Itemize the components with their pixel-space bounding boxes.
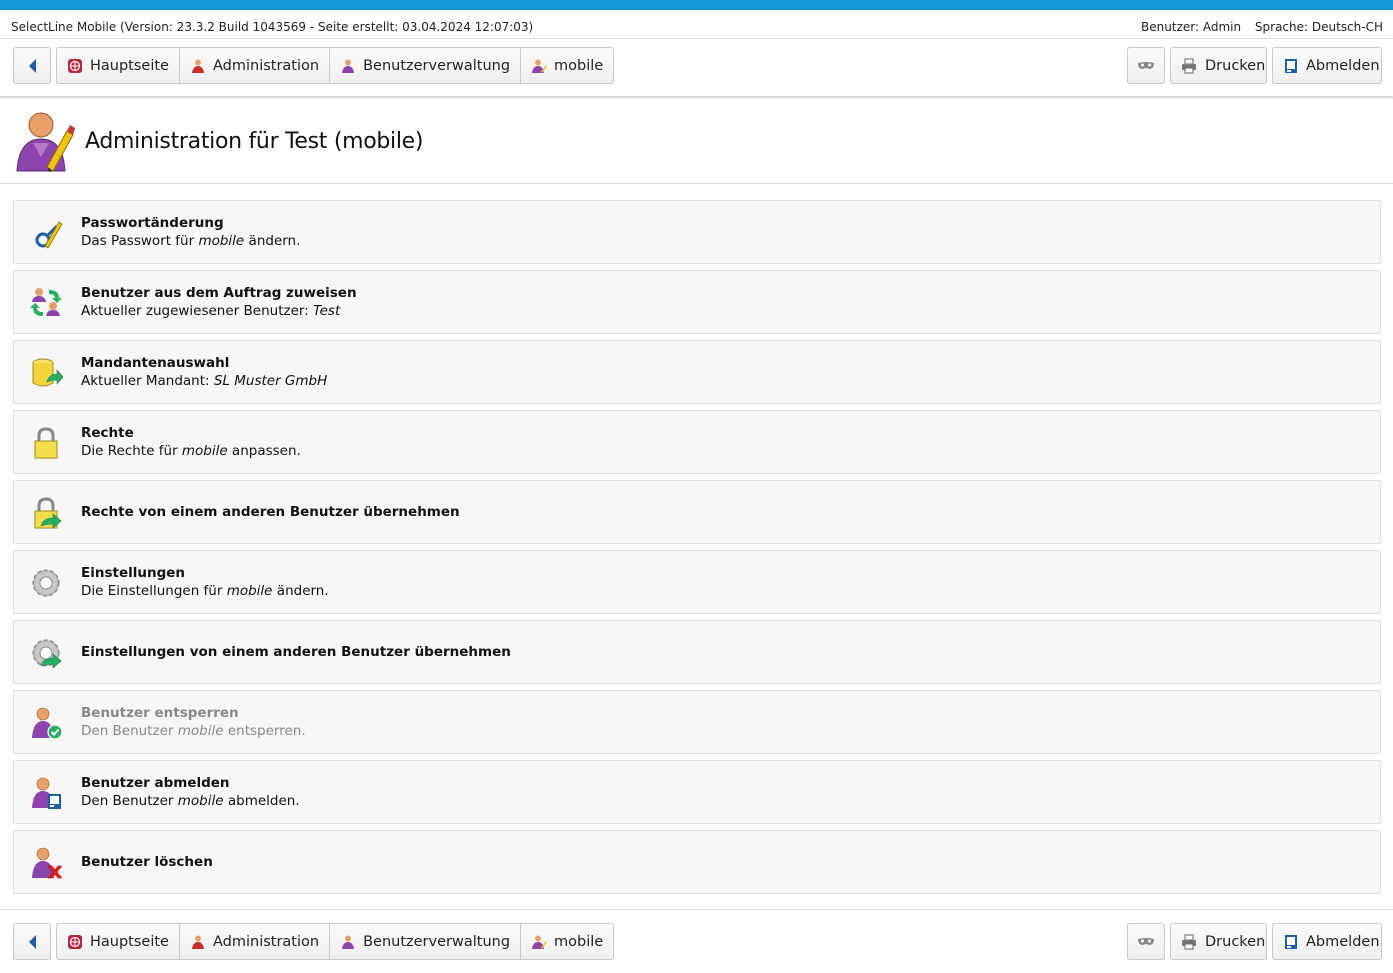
back-button[interactable] — [13, 47, 51, 84]
item-title: Rechte — [81, 425, 134, 441]
arrow-left-icon — [29, 934, 36, 949]
print-button[interactable]: Drucken — [1170, 47, 1267, 84]
breadcrumb-mobile[interactable]: mobile — [520, 47, 615, 84]
mask-button[interactable] — [1127, 47, 1165, 84]
logout-label: Abmelden — [1306, 933, 1380, 950]
print-button[interactable]: Drucken — [1170, 923, 1267, 960]
list-item-copy-settings[interactable]: Einstellungen von einem anderen Benutzer… — [13, 620, 1381, 684]
breadcrumb-hauptseite[interactable]: Hauptseite — [56, 47, 180, 84]
lock-icon — [29, 426, 63, 460]
home-globe-icon — [67, 934, 83, 950]
breadcrumb-hauptseite[interactable]: Hauptseite — [56, 923, 180, 960]
print-label: Drucken — [1205, 933, 1266, 950]
mask-button[interactable] — [1127, 923, 1165, 960]
item-description: Den Benutzer mobile entsperren. — [81, 723, 306, 739]
list-item-mandant-selection[interactable]: Mandantenauswahl Aktueller Mandant: SL M… — [13, 340, 1381, 404]
breadcrumb-label: mobile — [554, 57, 604, 74]
user-logout-icon — [29, 776, 63, 810]
admin-user-icon — [190, 58, 206, 74]
item-title: Benutzer entsperren — [81, 705, 239, 721]
breadcrumb-benutzerverwaltung[interactable]: Benutzerverwaltung — [329, 47, 522, 84]
item-description: Die Einstellungen für mobile ändern. — [81, 583, 329, 599]
breadcrumb-label: Administration — [212, 57, 320, 74]
admin-action-list: Passwortänderung Das Passwort für mobile… — [0, 184, 1393, 909]
database-select-icon — [29, 356, 64, 390]
item-description: Aktueller zugewiesener Benutzer: Test — [81, 303, 341, 319]
user-management-icon — [340, 58, 356, 74]
gear-icon — [29, 566, 63, 600]
session-info: Benutzer: Admin Sprache: Deutsch-CH — [1131, 20, 1383, 34]
list-item-unlock-user: Benutzer entsperren Den Benutzer mobile … — [13, 690, 1381, 754]
breadcrumb: Hauptseite Administration Benutzerverwal… — [56, 923, 615, 960]
top-toolbar: Hauptseite Administration Benutzerverwal… — [0, 39, 1393, 96]
bottom-toolbar: Hauptseite Administration Benutzerverwal… — [0, 909, 1393, 973]
current-user-text: Benutzer: Admin — [1141, 20, 1242, 34]
print-label: Drucken — [1205, 57, 1266, 74]
user-edit-avatar-icon — [13, 109, 75, 177]
item-title: Passwortänderung — [81, 215, 224, 231]
mask-icon — [1138, 937, 1154, 945]
assign-user-icon — [29, 286, 63, 320]
breadcrumb-label: Benutzerverwaltung — [363, 933, 511, 950]
page-header: Administration für Test (mobile) — [0, 99, 1393, 184]
item-title: Benutzer löschen — [81, 854, 213, 870]
user-edit-icon — [531, 58, 548, 74]
breadcrumb-administration[interactable]: Administration — [178, 47, 331, 84]
gear-transfer-icon — [29, 636, 63, 670]
back-button[interactable] — [13, 923, 51, 960]
breadcrumb-mobile[interactable]: mobile — [520, 923, 615, 960]
list-item-assign-user[interactable]: Benutzer aus dem Auftrag zuweisen Aktuel… — [13, 270, 1381, 334]
top-accent-stripe — [0, 0, 1393, 10]
breadcrumb-benutzerverwaltung[interactable]: Benutzerverwaltung — [329, 923, 522, 960]
breadcrumb-administration[interactable]: Administration — [178, 923, 331, 960]
printer-icon — [1181, 934, 1197, 950]
breadcrumb-label: Hauptseite — [90, 57, 169, 74]
logout-door-icon — [1284, 58, 1298, 74]
app-version-text: SelectLine Mobile (Version: 23.3.2 Build… — [11, 20, 534, 34]
lock-transfer-icon — [29, 496, 63, 530]
home-globe-icon — [67, 58, 83, 74]
item-title: Benutzer abmelden — [81, 775, 230, 791]
item-description: Den Benutzer mobile abmelden. — [81, 793, 300, 809]
admin-user-icon — [190, 934, 206, 950]
breadcrumb-label: mobile — [554, 933, 604, 950]
list-item-rights[interactable]: Rechte Die Rechte für mobile anpassen. — [13, 410, 1381, 474]
item-title: Einstellungen von einem anderen Benutzer… — [81, 644, 511, 660]
breadcrumb-label: Hauptseite — [90, 933, 169, 950]
list-item-settings[interactable]: Einstellungen Die Einstellungen für mobi… — [13, 550, 1381, 614]
item-description: Aktueller Mandant: SL Muster GmbH — [81, 373, 328, 389]
list-item-password-change[interactable]: Passwortänderung Das Passwort für mobile… — [13, 200, 1381, 264]
password-change-icon — [29, 216, 63, 250]
item-description: Das Passwort für mobile ändern. — [81, 233, 301, 249]
user-edit-icon — [531, 934, 548, 950]
logout-label: Abmelden — [1306, 57, 1380, 74]
item-title: Benutzer aus dem Auftrag zuweisen — [81, 285, 357, 301]
user-management-icon — [340, 934, 356, 950]
item-title: Rechte von einem anderen Benutzer überne… — [81, 504, 460, 520]
logout-door-icon — [1284, 934, 1298, 950]
item-title: Einstellungen — [81, 565, 186, 581]
breadcrumb-label: Administration — [212, 933, 320, 950]
logout-button[interactable]: Abmelden — [1272, 923, 1382, 960]
current-language-text: Sprache: Deutsch-CH — [1254, 20, 1383, 34]
breadcrumb: Hauptseite Administration Benutzerverwal… — [56, 47, 615, 84]
user-delete-icon — [29, 846, 63, 880]
list-item-logout-user[interactable]: Benutzer abmelden Den Benutzer mobile ab… — [13, 760, 1381, 824]
info-bar: SelectLine Mobile (Version: 23.3.2 Build… — [0, 10, 1393, 39]
user-unlock-icon — [29, 706, 63, 740]
printer-icon — [1181, 58, 1197, 74]
arrow-left-icon — [29, 58, 36, 73]
page-title: Administration für Test (mobile) — [85, 129, 424, 154]
item-title: Mandantenauswahl — [81, 355, 230, 371]
list-item-copy-rights[interactable]: Rechte von einem anderen Benutzer überne… — [13, 480, 1381, 544]
item-description: Die Rechte für mobile anpassen. — [81, 443, 301, 459]
list-item-delete-user[interactable]: Benutzer löschen — [13, 830, 1381, 894]
logout-button[interactable]: Abmelden — [1272, 47, 1382, 84]
breadcrumb-label: Benutzerverwaltung — [363, 57, 511, 74]
mask-icon — [1138, 61, 1154, 69]
